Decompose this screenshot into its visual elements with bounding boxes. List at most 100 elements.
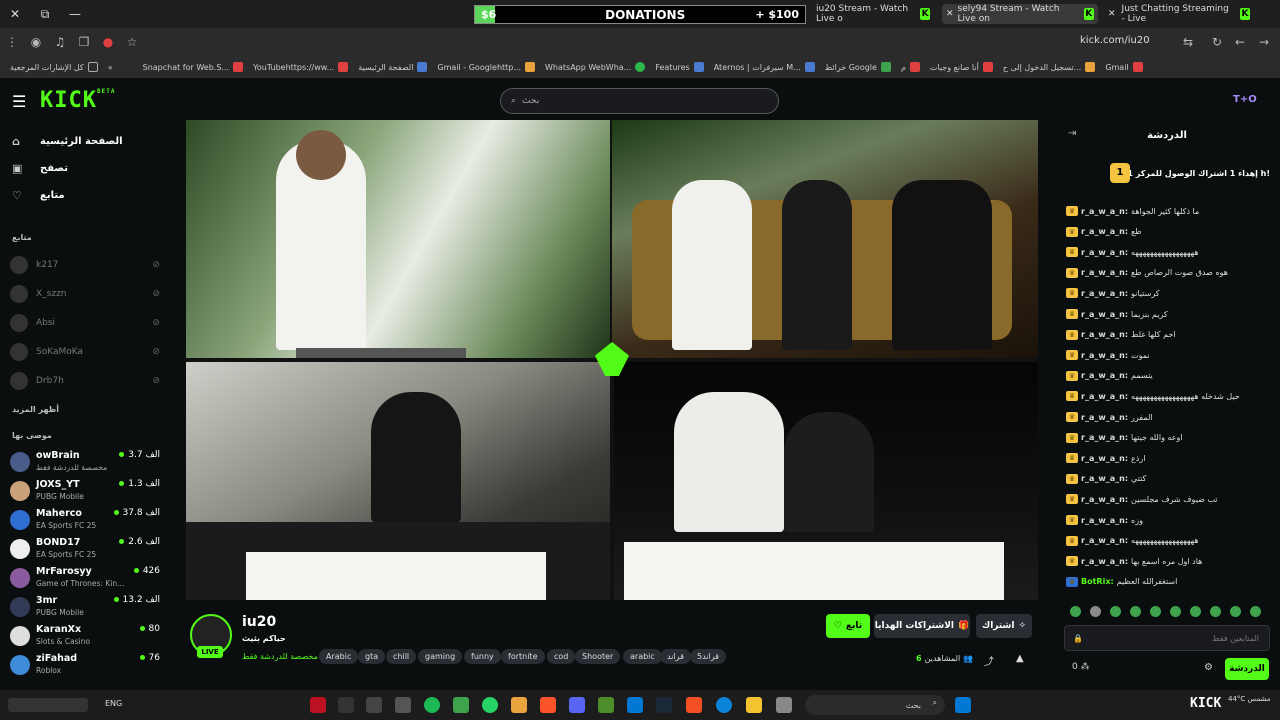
follow-button[interactable]: ♡ تابع bbox=[826, 614, 870, 638]
following-item[interactable]: Drb7h ⊘ bbox=[10, 370, 160, 392]
minimize-icon[interactable]: — bbox=[60, 0, 90, 28]
tab-sely94[interactable]: ✕ sely94 Stream - Watch Live on K bbox=[942, 4, 1098, 24]
chat-username[interactable]: r_a_w_a_n: bbox=[1081, 207, 1128, 216]
chat-username[interactable]: r_a_w_a_n: bbox=[1081, 392, 1128, 401]
downloads-icon[interactable]: ● bbox=[96, 28, 120, 56]
tab-search-icon[interactable]: ⇆ bbox=[1176, 28, 1200, 56]
tag-chip[interactable]: cod bbox=[547, 649, 576, 664]
sidebar-item-following[interactable]: ♡ متابع bbox=[12, 189, 65, 202]
recommended-item[interactable]: JOXS_YT PUBG Mobile 1.3 الف bbox=[10, 477, 160, 505]
chat-username[interactable]: r_a_w_a_n: bbox=[1081, 330, 1128, 339]
emote-icon[interactable] bbox=[1250, 606, 1261, 617]
chat-username[interactable]: BotRix: bbox=[1081, 577, 1114, 586]
input-language[interactable]: ENG bbox=[105, 699, 122, 708]
subscribe-button[interactable]: اشتراك ✧ bbox=[976, 614, 1032, 638]
bookmark-m[interactable]: م bbox=[901, 62, 920, 72]
stream-category[interactable]: مخصصة للدردشة فقط bbox=[242, 652, 318, 661]
extension-icon[interactable]: ◉ bbox=[24, 28, 48, 56]
app-icon[interactable] bbox=[395, 697, 411, 713]
recommended-item[interactable]: BOND17 EA Sports FC 25 2.6 الف bbox=[10, 535, 160, 563]
show-more-link[interactable]: أظهر المزيد bbox=[12, 405, 59, 414]
chat-username[interactable]: r_a_w_a_n: bbox=[1081, 351, 1128, 360]
bookmark-features[interactable]: Features bbox=[655, 62, 704, 72]
sidebar-item-browse[interactable]: ▣ تصفح bbox=[12, 162, 68, 175]
emote-icon[interactable] bbox=[1210, 606, 1221, 617]
chat-username[interactable]: r_a_w_a_n: bbox=[1081, 413, 1128, 422]
chat-username[interactable]: r_a_w_a_n: bbox=[1081, 268, 1128, 277]
brave-icon[interactable] bbox=[540, 697, 556, 713]
tag-chip[interactable]: funny bbox=[464, 649, 501, 664]
chat-username[interactable]: r_a_w_a_n: bbox=[1081, 227, 1128, 236]
share-icon[interactable]: ⤴ bbox=[984, 653, 994, 668]
taskbar-notification[interactable] bbox=[8, 698, 88, 712]
bookmark-login[interactable]: تسجيل الدخول إلى ح... bbox=[1003, 62, 1096, 72]
more-options-icon[interactable]: ⋮ bbox=[0, 28, 24, 56]
app-icon[interactable] bbox=[511, 697, 527, 713]
send-chat-button[interactable]: الدردشة bbox=[1225, 658, 1269, 680]
emote-icon[interactable] bbox=[1230, 606, 1241, 617]
tag-chip[interactable]: قراند bbox=[660, 649, 691, 664]
tag-chip[interactable]: chill bbox=[386, 649, 417, 664]
tag-chip[interactable]: fortnite bbox=[501, 649, 545, 664]
tab-iu20[interactable]: iu20 Stream - Watch Live o K bbox=[812, 4, 934, 24]
following-item[interactable]: SoKaMoKa ⊘ bbox=[10, 341, 160, 363]
app-icon[interactable] bbox=[338, 697, 354, 713]
app-icon[interactable] bbox=[366, 697, 382, 713]
back-icon[interactable]: ← bbox=[1228, 28, 1252, 56]
chat-username[interactable]: r_a_w_a_n: bbox=[1081, 536, 1128, 545]
whatsapp-icon[interactable] bbox=[482, 697, 498, 713]
tag-chip[interactable]: gta bbox=[358, 649, 386, 664]
bookmark-aternos[interactable]: Aternos | سيرفرات M... bbox=[714, 62, 815, 72]
hamburger-menu-icon[interactable]: ☰ bbox=[12, 92, 26, 111]
steam-icon[interactable] bbox=[656, 697, 672, 713]
bookmark-all[interactable]: كل الإشارات المرجعية bbox=[10, 62, 98, 72]
gear-icon[interactable]: ⚙ bbox=[1204, 662, 1213, 673]
app-icon[interactable] bbox=[310, 697, 326, 713]
chat-username[interactable]: r_a_w_a_n: bbox=[1081, 310, 1128, 319]
chat-username[interactable]: r_a_w_a_n: bbox=[1081, 495, 1128, 504]
bookmark-gmail[interactable]: Gmail - Googlehttp... bbox=[437, 62, 535, 72]
bookmark-youtube[interactable]: YouTubehttps://ww... bbox=[253, 62, 349, 72]
app-icon[interactable] bbox=[453, 697, 469, 713]
media-icon[interactable]: ♫ bbox=[48, 28, 72, 56]
recommended-item[interactable]: owBrain مخصصة للدردشة فقط 3.7 الف bbox=[10, 448, 160, 476]
chat-username[interactable]: r_a_w_a_n: bbox=[1081, 474, 1128, 483]
spotify-icon[interactable] bbox=[424, 697, 440, 713]
recommended-item[interactable]: Maherco EA Sports FC 25 37.8 الف bbox=[10, 506, 160, 534]
search-input[interactable]: ⌕ بحث bbox=[500, 88, 779, 114]
following-item[interactable]: Absi ⊘ bbox=[10, 312, 160, 334]
recommended-item[interactable]: ziFahad Roblox 76 bbox=[10, 651, 160, 679]
bookmark-snapchat[interactable]: Snapchat for Web.S... bbox=[143, 62, 244, 72]
emote-icon[interactable] bbox=[1110, 606, 1121, 617]
chevron-left-icon[interactable]: « bbox=[108, 63, 113, 72]
folder-icon[interactable] bbox=[746, 697, 762, 713]
emote-icon[interactable] bbox=[1170, 606, 1181, 617]
edge-icon[interactable] bbox=[716, 697, 732, 713]
following-item[interactable]: X_szzn ⊘ bbox=[10, 283, 160, 305]
bookmark-home[interactable]: الصفحة الرئيسية bbox=[358, 62, 428, 72]
outlook-icon[interactable] bbox=[627, 697, 643, 713]
store-icon[interactable] bbox=[686, 697, 702, 713]
video-player[interactable] bbox=[186, 120, 1038, 600]
recommended-item[interactable]: KaranXx Slots & Casino 80 bbox=[10, 622, 160, 650]
chat-username[interactable]: r_a_w_a_n: bbox=[1081, 371, 1128, 380]
collections-icon[interactable]: ❐ bbox=[72, 28, 96, 56]
tag-chip[interactable]: arabic bbox=[623, 649, 662, 664]
tag-chip[interactable]: gaming bbox=[418, 649, 463, 664]
user-avatar[interactable]: T+O bbox=[1233, 94, 1257, 105]
weather-widget[interactable]: 44°C مشمس bbox=[1228, 695, 1271, 703]
close-icon[interactable]: ✕ bbox=[1108, 9, 1116, 19]
channel-name[interactable]: iu20 bbox=[242, 614, 276, 630]
close-icon[interactable]: ✕ bbox=[946, 9, 954, 19]
sidebar-item-home[interactable]: ⌂ الصفحة الرئيسية bbox=[12, 135, 123, 148]
chat-username[interactable]: r_a_w_a_n: bbox=[1081, 433, 1128, 442]
forward-icon[interactable]: → bbox=[1252, 28, 1276, 56]
kick-logo[interactable]: KICKBETA bbox=[40, 88, 115, 113]
app-icon[interactable] bbox=[776, 697, 792, 713]
url-field[interactable]: kick.com/iu20 bbox=[1080, 35, 1150, 46]
bookmark-whatsapp[interactable]: WhatsApp WebWha... bbox=[545, 62, 646, 72]
bookmark-meals[interactable]: أنا صانع وجبات bbox=[930, 62, 993, 72]
chat-username[interactable]: r_a_w_a_n: bbox=[1081, 516, 1128, 525]
tag-chip[interactable]: قراند5 bbox=[690, 649, 726, 664]
tag-chip[interactable]: Arabic bbox=[319, 649, 359, 664]
